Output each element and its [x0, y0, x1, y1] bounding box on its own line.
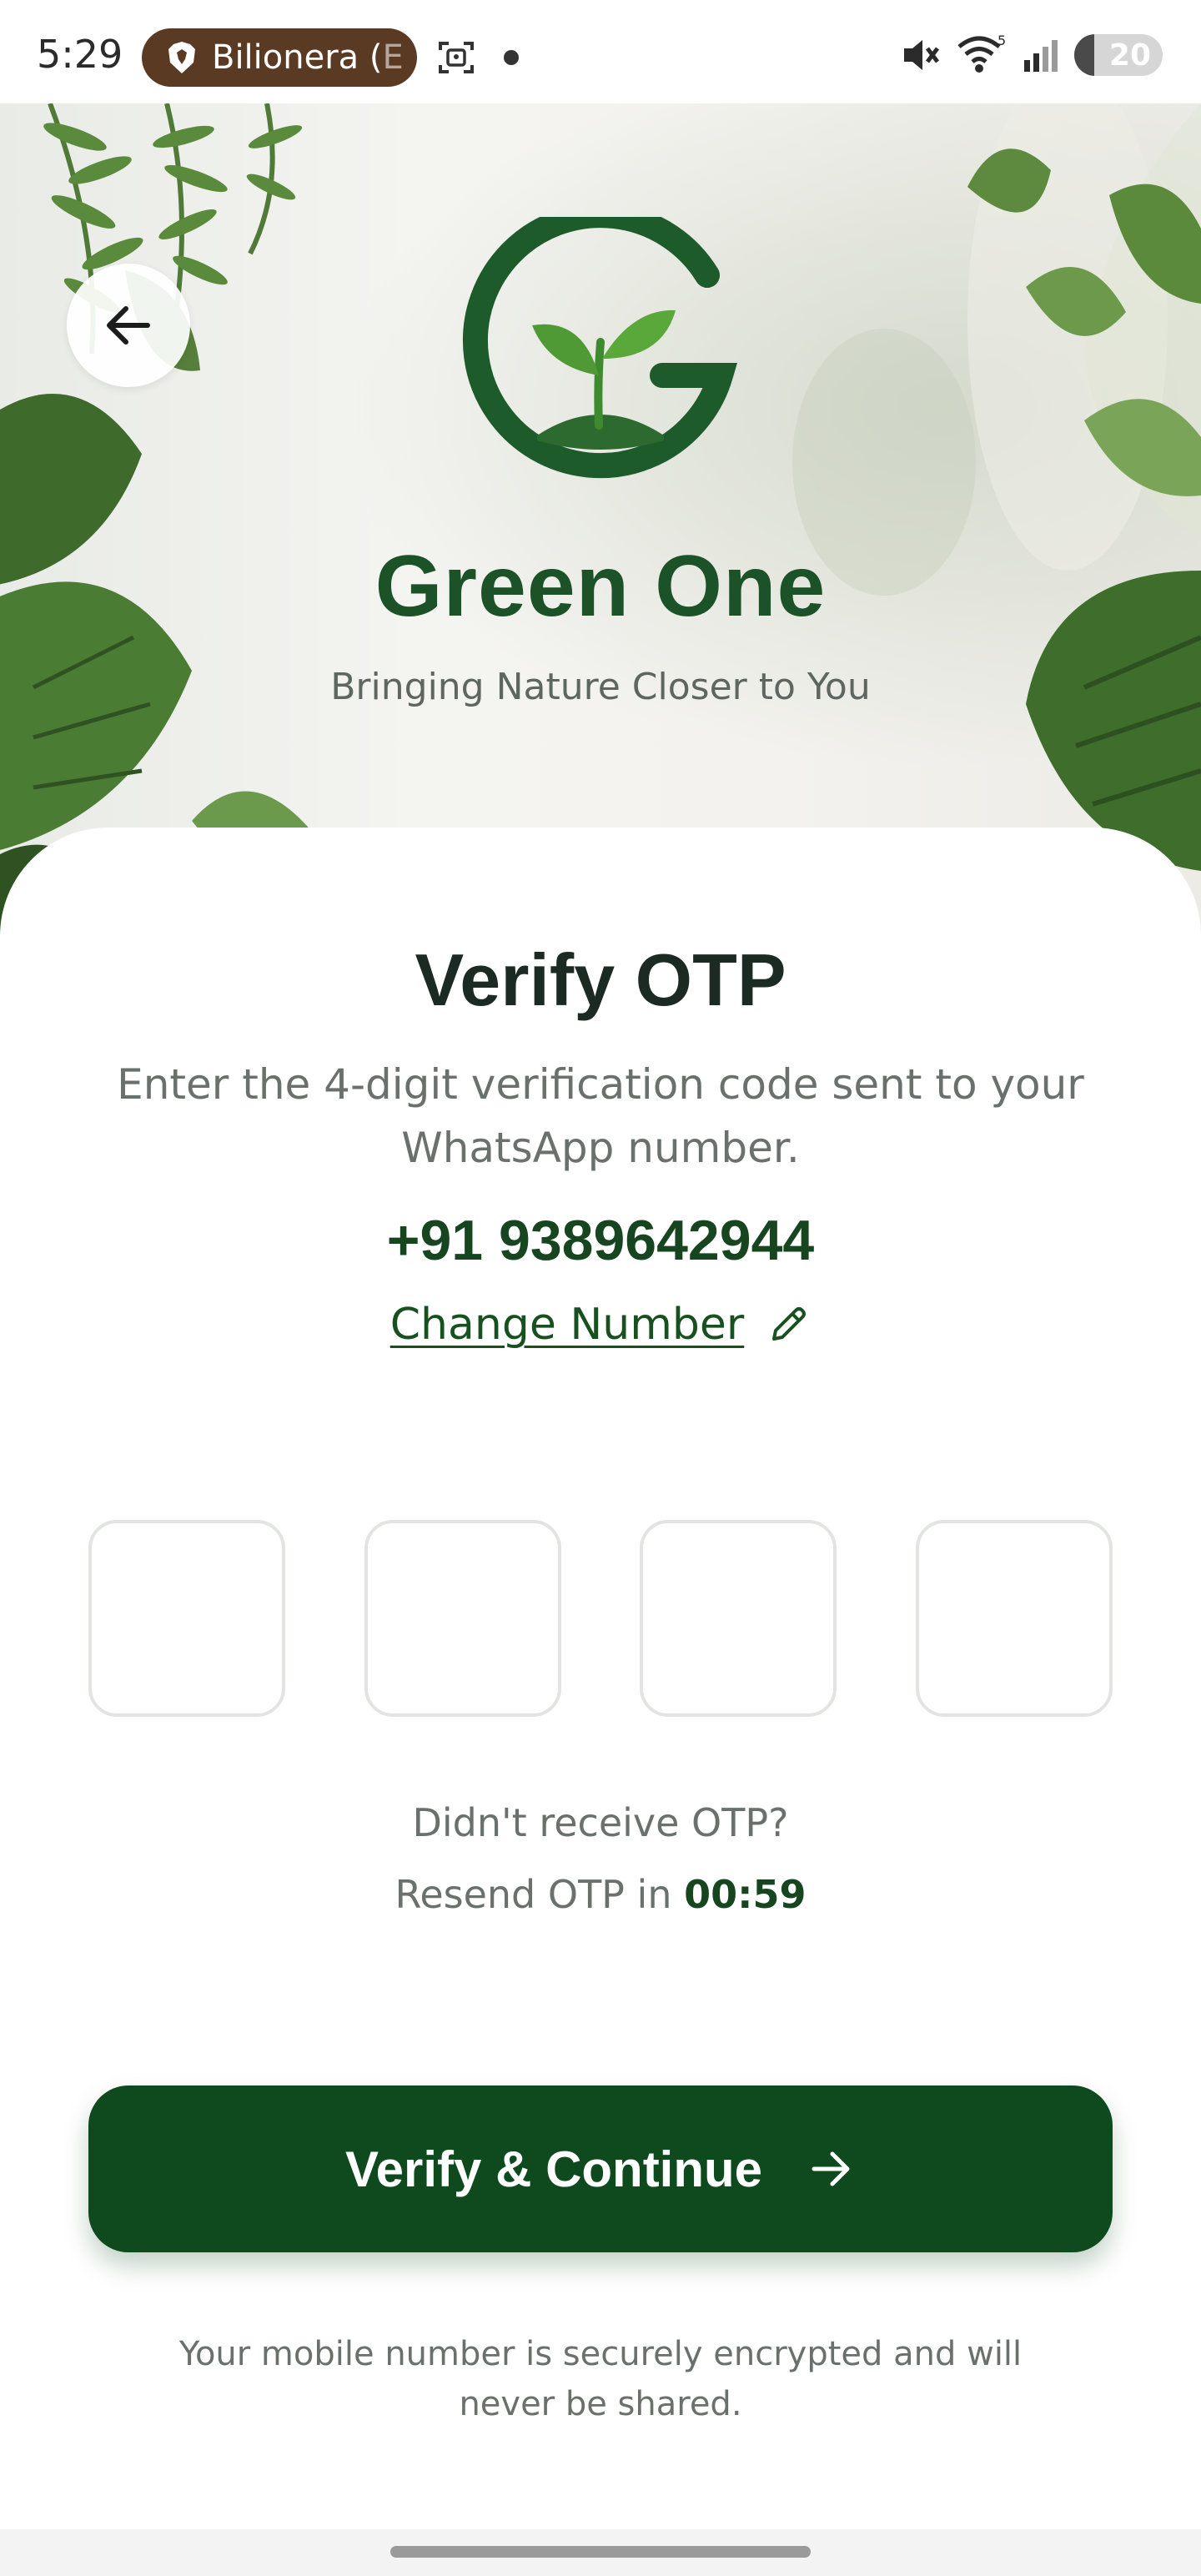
- resend-timer-row: Resend OTP in 00:59: [0, 1872, 1201, 1917]
- brave-browser-icon: [168, 42, 195, 73]
- screenshot-icon: [439, 42, 474, 73]
- status-time: 5:29: [37, 32, 123, 77]
- security-note: Your mobile number is securely encrypted…: [178, 2335, 1023, 2423]
- otp-input-group: [88, 1520, 1113, 1718]
- brand-name: Green One: [374, 538, 827, 635]
- arrow-left-icon: [107, 306, 150, 345]
- verify-description: Enter the 4-digit verification code sent…: [117, 1060, 1084, 1172]
- otp-digit-4[interactable]: [915, 1520, 1113, 1717]
- resend-timer: 00:59: [684, 1872, 807, 1917]
- otp-digit-2[interactable]: [364, 1520, 561, 1717]
- home-indicator[interactable]: [390, 2546, 811, 2558]
- pencil-icon[interactable]: [766, 1302, 811, 1347]
- page-title: Verify OTP: [415, 938, 786, 1021]
- green-one-logo: [463, 217, 738, 479]
- verify-continue-button[interactable]: Verify & Continue: [88, 2085, 1113, 2252]
- wifi-icon: 5: [957, 33, 1006, 73]
- svg-text:5: 5: [997, 33, 1006, 48]
- signal-icon: [1024, 40, 1058, 72]
- active-app-pill[interactable]: Bilionera (E: [142, 28, 417, 87]
- change-number-link[interactable]: Change Number: [0, 1300, 1201, 1350]
- otp-digit-3[interactable]: [640, 1520, 837, 1717]
- phone-number: +91 9389642944: [386, 1209, 815, 1272]
- active-app-label: Bilionera (E: [212, 38, 404, 77]
- resend-prefix: Resend OTP in: [394, 1872, 672, 1917]
- resend-question: Didn't receive OTP?: [412, 1800, 789, 1845]
- status-icons: 5 20: [899, 33, 1163, 77]
- battery-icon: 20: [1074, 34, 1163, 76]
- arrow-right-icon: [812, 2151, 850, 2186]
- change-number-label[interactable]: Change Number: [390, 1300, 745, 1350]
- verify-continue-label: Verify & Continue: [344, 2141, 763, 2197]
- otp-digit-1[interactable]: [88, 1520, 285, 1717]
- notification-dot: [504, 50, 519, 65]
- back-button[interactable]: [67, 264, 190, 387]
- brand-tagline: Bringing Nature Closer to You: [330, 666, 871, 708]
- mute-icon: [904, 40, 939, 70]
- status-bar: 5:29 Bilionera (E 5 20: [0, 0, 1201, 103]
